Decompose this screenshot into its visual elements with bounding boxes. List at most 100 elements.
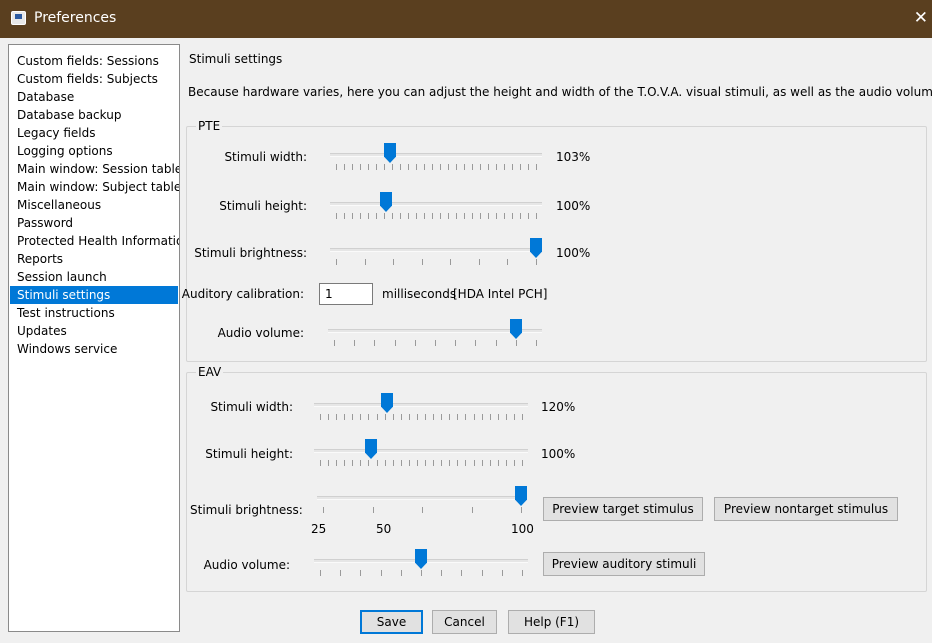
slider-tick (400, 213, 401, 219)
eav-height-value: 100% (541, 447, 576, 461)
slider-tick (409, 460, 410, 466)
eav-width-slider[interactable] (314, 393, 528, 423)
slider-thumb[interactable] (515, 486, 527, 506)
slider-tick (368, 164, 369, 170)
brightness-tick-label: 100 (511, 522, 534, 536)
slider-tick (464, 164, 465, 170)
slider-thumb[interactable] (384, 143, 396, 163)
slider-tick (360, 460, 361, 466)
slider-thumb[interactable] (510, 319, 522, 339)
slider-tick (352, 414, 353, 420)
sidebar-item-database[interactable]: Database (10, 88, 178, 106)
slider-tick (488, 164, 489, 170)
slider-tick (393, 414, 394, 420)
help-button[interactable]: Help (F1) (508, 610, 595, 634)
sidebar-item-miscellaneous[interactable]: Miscellaneous (10, 196, 178, 214)
slider-thumb[interactable] (381, 393, 393, 413)
title-bar: Preferences ✕ (0, 0, 932, 38)
slider-tick (482, 414, 483, 420)
pte-width-label: Stimuli width: (224, 150, 307, 164)
slider-tick (416, 164, 417, 170)
sidebar-item-password[interactable]: Password (10, 214, 178, 232)
save-button[interactable]: Save (360, 610, 423, 634)
slider-tick (498, 414, 499, 420)
preview-nontarget-button[interactable]: Preview nontarget stimulus (714, 497, 898, 521)
pte-brightness-label: Stimuli brightness: (194, 246, 307, 260)
slider-tick (344, 164, 345, 170)
slider-tick (490, 460, 491, 466)
sidebar-item-windows-service[interactable]: Windows service (10, 340, 178, 358)
slider-thumb[interactable] (380, 192, 392, 212)
slider-tick (450, 259, 451, 265)
slider-tick (521, 507, 522, 513)
slider-tick (480, 164, 481, 170)
pte-width-slider[interactable] (330, 143, 542, 173)
slider-tick (401, 460, 402, 466)
slider-tick (536, 213, 537, 219)
eav-volume-slider[interactable] (314, 549, 528, 579)
eav-brightness-slider[interactable] (317, 486, 527, 516)
slider-thumb[interactable] (365, 439, 377, 459)
sidebar-item-custom-fields-sessions[interactable]: Custom fields: Sessions (10, 52, 178, 70)
slider-tick (456, 164, 457, 170)
pte-brightness-slider[interactable] (330, 238, 542, 268)
slider-tick (432, 213, 433, 219)
close-icon[interactable]: ✕ (914, 8, 928, 28)
sidebar-item-legacy-fields[interactable]: Legacy fields (10, 124, 178, 142)
auditory-calibration-input[interactable]: 1 (319, 283, 373, 305)
slider-thumb[interactable] (530, 238, 542, 258)
sidebar-item-updates[interactable]: Updates (10, 322, 178, 340)
sidebar-item-custom-fields-subjects[interactable]: Custom fields: Subjects (10, 70, 178, 88)
sidebar-item-session-launch[interactable]: Session launch (10, 268, 178, 286)
slider-tick (401, 414, 402, 420)
sidebar-item-logging-options[interactable]: Logging options (10, 142, 178, 160)
slider-tick (441, 570, 442, 576)
slider-tick (336, 164, 337, 170)
app-icon (11, 11, 26, 25)
slider-tick (344, 460, 345, 466)
slider-tick (528, 213, 529, 219)
pte-volume-label: Audio volume: (217, 326, 304, 340)
slider-tick (336, 259, 337, 265)
sidebar-item-stimuli-settings[interactable]: Stimuli settings (10, 286, 178, 304)
sidebar-item-protected-health-information[interactable]: Protected Health Information (10, 232, 179, 250)
slider-tick (448, 213, 449, 219)
slider-tick (368, 414, 369, 420)
slider-tick (368, 460, 369, 466)
slider-tick (512, 213, 513, 219)
slider-thumb[interactable] (415, 549, 427, 569)
eav-height-slider[interactable] (314, 439, 528, 469)
eav-width-value: 120% (541, 400, 576, 414)
slider-tick (344, 414, 345, 420)
preview-auditory-button[interactable]: Preview auditory stimuli (543, 552, 705, 576)
slider-tick (320, 460, 321, 466)
slider-tick (441, 460, 442, 466)
cancel-button[interactable]: Cancel (432, 610, 497, 634)
pte-height-label: Stimuli height: (219, 199, 307, 213)
slider-tick (340, 570, 341, 576)
slider-tick (417, 414, 418, 420)
slider-tick (506, 460, 507, 466)
pte-volume-slider[interactable] (328, 319, 542, 349)
sidebar-item-main-window-session-table[interactable]: Main window: Session table (10, 160, 179, 178)
slider-tick (352, 460, 353, 466)
slider-tick (516, 340, 517, 346)
slider-tick (415, 340, 416, 346)
slider-tick (457, 414, 458, 420)
sidebar-item-test-instructions[interactable]: Test instructions (10, 304, 178, 322)
slider-tick (522, 570, 523, 576)
slider-tick (373, 507, 374, 513)
slider-tick (352, 213, 353, 219)
pte-height-slider[interactable] (330, 192, 542, 222)
slider-tick (385, 414, 386, 420)
sidebar-item-database-backup[interactable]: Database backup (10, 106, 178, 124)
sidebar-item-reports[interactable]: Reports (10, 250, 178, 268)
slider-tick (433, 414, 434, 420)
slider-tick (320, 570, 321, 576)
slider-tick (528, 164, 529, 170)
slider-tick (536, 340, 537, 346)
sidebar-item-main-window-subject-table[interactable]: Main window: Subject table (10, 178, 179, 196)
preview-target-button[interactable]: Preview target stimulus (543, 497, 703, 521)
slider-tick (472, 213, 473, 219)
slider-tick (520, 164, 521, 170)
